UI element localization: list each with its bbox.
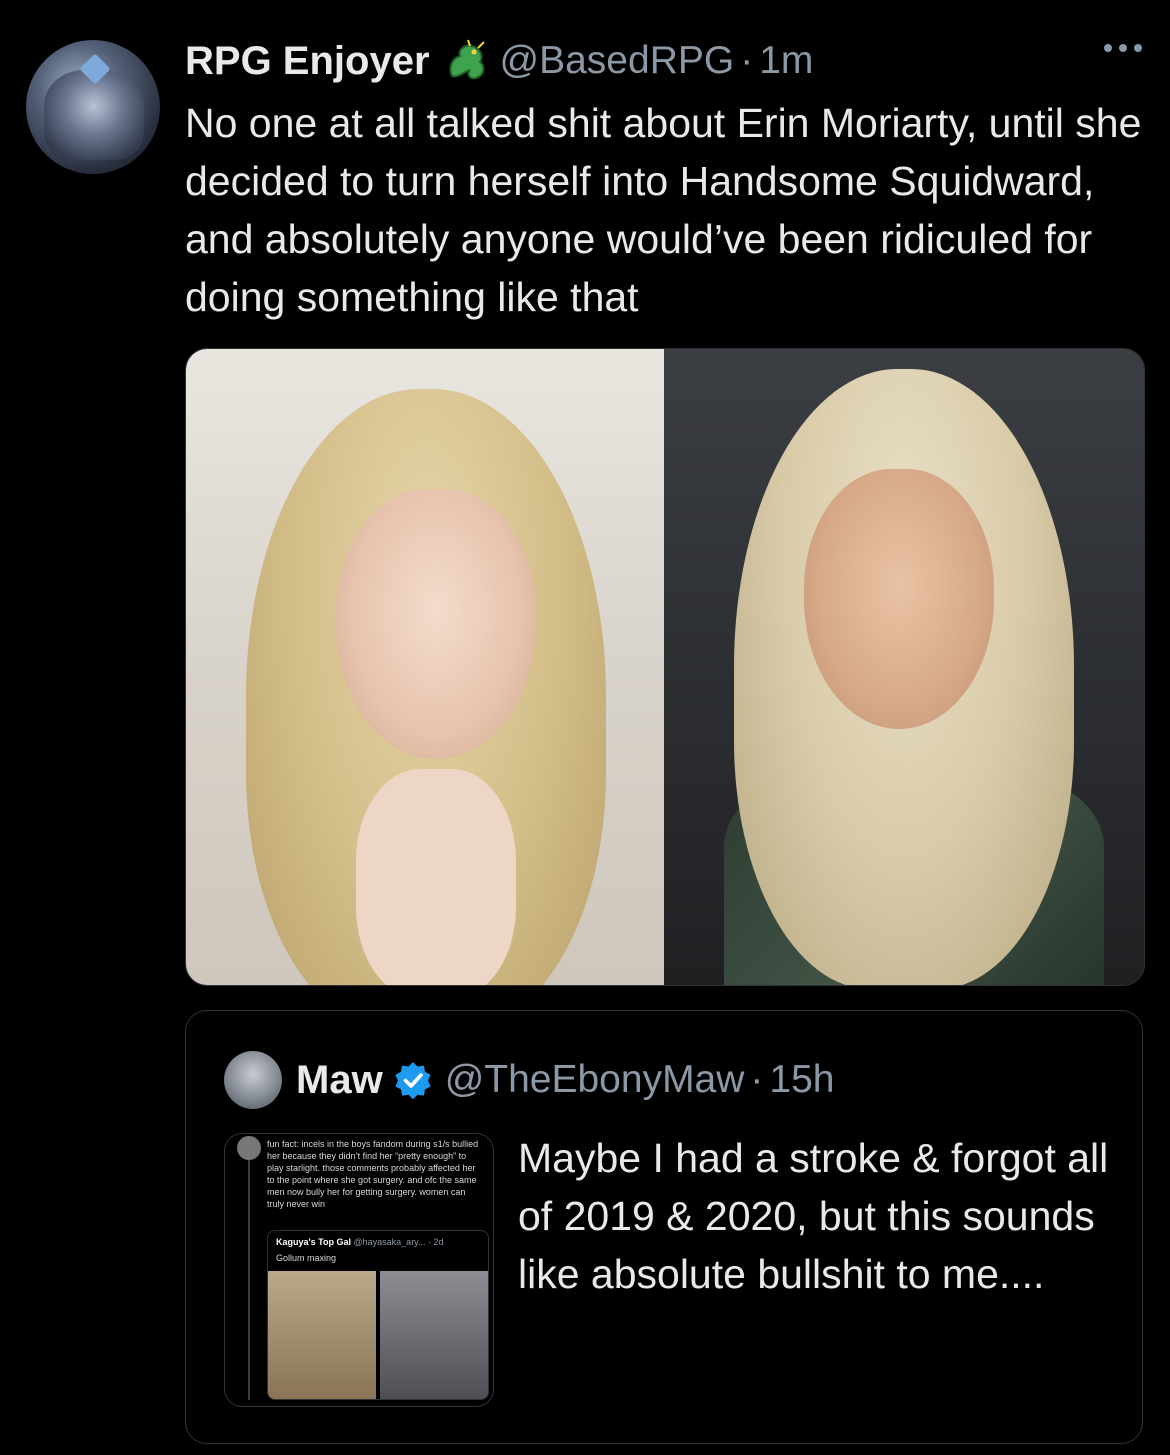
thumbnail-thread-line — [248, 1160, 250, 1400]
thumbnail-inner-quote: Kaguya's Top Gal @hayasaka_ary... · 2d G… — [267, 1230, 489, 1400]
thumbnail-text: fun fact: incels in the boys fandom duri… — [267, 1139, 479, 1209]
quoted-author-name[interactable]: Maw — [296, 1058, 383, 1103]
tweet-time[interactable]: 1m — [759, 39, 813, 83]
quoted-tweet[interactable]: Maw @TheEbonyMaw · 15h fun fact: incels … — [185, 1010, 1143, 1444]
quoted-author-avatar[interactable] — [224, 1051, 282, 1109]
tweet-media[interactable] — [185, 348, 1145, 986]
media-photo-right[interactable] — [664, 349, 1144, 985]
quoted-time-separator: · — [750, 1058, 764, 1101]
quoted-author-handle[interactable]: @TheEbonyMaw — [445, 1058, 745, 1102]
tweet-header: RPG Enjoyer @BasedRPG · 1m — [185, 36, 813, 86]
dragon-emoji-icon — [448, 39, 485, 80]
thumbnail-inner-photo-right — [380, 1271, 488, 1399]
thumbnail-inner-handle: @hayasaka_ary... · 2d — [353, 1237, 444, 1247]
author-avatar[interactable] — [26, 40, 160, 174]
thumbnail-inner-author: Kaguya's Top Gal — [276, 1237, 351, 1247]
photo-right-face — [804, 469, 994, 729]
verified-badge-icon — [395, 1062, 431, 1100]
time-separator: · — [740, 39, 754, 82]
more-options-icon[interactable] — [1104, 44, 1142, 52]
thumbnail-inner-photo-left — [268, 1271, 376, 1399]
thumbnail-avatar — [237, 1136, 261, 1160]
quoted-tweet-text: Maybe I had a stroke & forgot all of 201… — [518, 1135, 1109, 1297]
photo-left-neck — [356, 769, 516, 985]
quoted-tweet-thumbnail[interactable]: fun fact: incels in the boys fandom duri… — [224, 1133, 494, 1407]
photo-left-face — [336, 489, 536, 759]
quoted-tweet-time[interactable]: 15h — [769, 1058, 834, 1102]
quoted-tweet-header: Maw @TheEbonyMaw · 15h — [224, 1051, 834, 1109]
author-handle[interactable]: @BasedRPG — [500, 39, 735, 83]
media-photo-left[interactable] — [186, 349, 664, 985]
author-name[interactable]: RPG Enjoyer — [185, 39, 430, 84]
thumbnail-inner-header: Kaguya's Top Gal @hayasaka_ary... · 2d — [276, 1237, 444, 1247]
tweet-text: No one at all talked shit about Erin Mor… — [185, 100, 1142, 320]
thumbnail-inner-text: Gollum maxing — [276, 1253, 337, 1263]
